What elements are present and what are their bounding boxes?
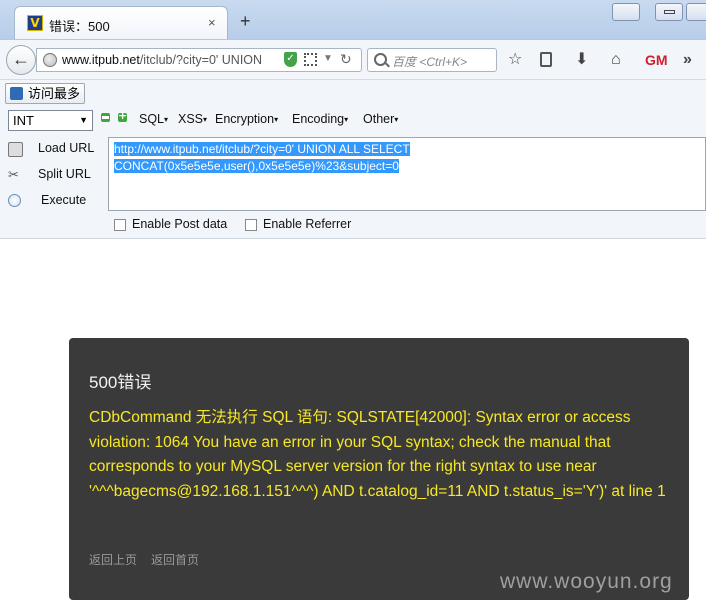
menu-encoding[interactable]: Encoding▾ <box>292 112 348 126</box>
url-line-1: http://www.itpub.net/itclub/?city=0' UNI… <box>114 142 410 156</box>
bookmark-folder-icon <box>10 87 23 100</box>
star-icon[interactable]: ☆ <box>508 52 522 68</box>
scissors-icon: ✂ <box>8 167 19 182</box>
hackbar-url-textarea[interactable]: http://www.itpub.net/itclub/?city=0' UNI… <box>108 137 706 211</box>
enable-referrer-checkbox[interactable] <box>245 219 257 231</box>
load-url-icon <box>8 142 23 157</box>
search-icon <box>374 53 387 66</box>
tab-favicon-icon: V <box>27 15 43 31</box>
menu-sql-label: SQL <box>139 112 165 126</box>
link-back[interactable]: 返回上页 <box>89 551 137 568</box>
menu-sql[interactable]: SQL▾ <box>139 112 168 126</box>
minus-icon[interactable] <box>101 113 110 122</box>
globe-icon <box>43 53 57 67</box>
new-tab-button[interactable]: + <box>240 12 251 30</box>
search-placeholder: 百度 <Ctrl+K> <box>392 55 468 69</box>
menu-encryption[interactable]: Encryption▾ <box>215 112 278 126</box>
url-path: /itclub/?city=0' UNION <box>139 53 263 67</box>
window-maximize-button[interactable] <box>686 3 706 21</box>
home-icon[interactable]: ⌂ <box>611 52 621 68</box>
enable-post-checkbox[interactable] <box>114 219 126 231</box>
plus-icon[interactable] <box>118 109 127 122</box>
error-message: CDbCommand 无法执行 SQL 语句: SQLSTATE[42000]:… <box>89 409 666 500</box>
execute-icon <box>8 194 21 207</box>
tab-title: 错误：500 <box>49 19 110 34</box>
shield-icon[interactable]: ✓ <box>284 52 297 67</box>
back-arrow-icon[interactable]: ← <box>6 45 36 75</box>
url-host: www.itpub.net <box>62 53 140 67</box>
load-url-label: Load URL <box>38 141 95 155</box>
tab-close-icon[interactable]: × <box>208 15 216 30</box>
enable-post-label: Enable Post data <box>132 217 228 231</box>
url-bar[interactable]: www.itpub.net/itclub/?city=0' UNION ✓ ▼ … <box>36 48 362 72</box>
tab-error-500[interactable]: V 错误：500 × <box>14 6 228 39</box>
reader-icon[interactable] <box>540 52 552 67</box>
url-line-2: CONCAT(0x5e5e5e,user(),0x5e5e5e)%23&subj… <box>114 159 399 173</box>
execute-label: Execute <box>41 193 87 207</box>
navigation-bar: ← www.itpub.net/itclub/?city=0' UNION ✓ … <box>0 39 706 80</box>
menu-xss[interactable]: XSS▾ <box>178 112 207 126</box>
enable-referrer-label: Enable Referrer <box>263 217 352 231</box>
menu-other-label: Other <box>363 112 395 126</box>
title-bar: V 错误：500 × + <box>0 0 706 39</box>
greasemonkey-icon[interactable]: GM <box>645 52 668 68</box>
menu-xss-label: XSS <box>178 112 204 126</box>
reload-icon[interactable]: ↻ <box>340 51 352 68</box>
download-icon[interactable]: ⬇ <box>575 52 588 68</box>
search-bar[interactable]: 百度 <Ctrl+K> <box>367 48 497 72</box>
bookmark-most-visited[interactable]: 访问最多 <box>5 83 86 104</box>
type-select[interactable]: INT ▼ <box>8 110 93 131</box>
url-text[interactable]: www.itpub.net/itclub/?city=0' UNION <box>62 53 277 67</box>
dropdown-arrow-icon[interactable]: ▼ <box>323 53 333 64</box>
overflow-icon[interactable]: » <box>683 52 692 68</box>
bookmarks-bar: 访问最多 <box>0 80 706 107</box>
hackbar-panel: INT ▼ SQL▾ XSS▾ Encryption▾ Encoding▾ Ot… <box>0 107 706 239</box>
error-panel: 500错误 CDbCommand 无法执行 SQL 语句: SQLSTATE[4… <box>69 338 689 600</box>
type-select-value: INT <box>13 113 34 128</box>
menu-other[interactable]: Other▾ <box>363 112 398 126</box>
split-url-label: Split URL <box>38 167 91 181</box>
minimize-icon <box>664 10 675 14</box>
link-home[interactable]: 返回首页 <box>151 551 199 568</box>
window-restore-button[interactable] <box>612 3 640 21</box>
qr-code-icon[interactable] <box>304 53 317 66</box>
menu-encryption-label: Encryption <box>215 112 275 126</box>
menu-encoding-label: Encoding <box>292 112 345 126</box>
window-minimize-button[interactable] <box>655 3 683 21</box>
error-title: 500错误 <box>89 373 152 392</box>
watermark: www.wooyun.org <box>500 570 673 593</box>
bookmark-label: 访问最多 <box>28 86 81 101</box>
chevron-down-icon: ▼ <box>79 115 88 125</box>
